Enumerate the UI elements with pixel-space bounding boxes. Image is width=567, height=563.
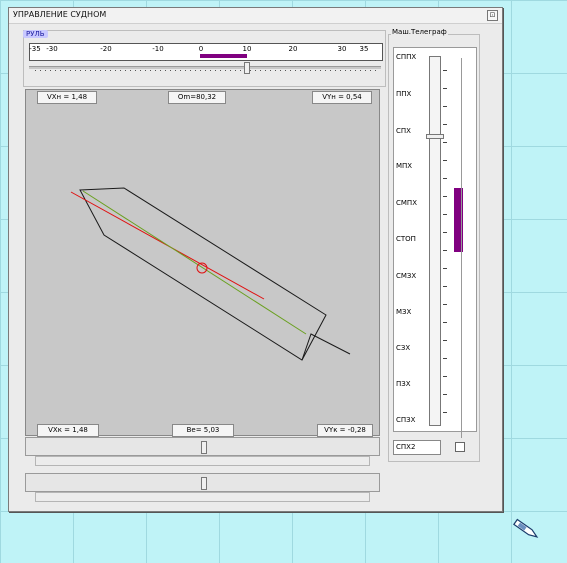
telegraph-tick	[443, 250, 447, 251]
rudder-slider-thumb[interactable]	[243, 62, 250, 74]
rudder-slider[interactable]	[29, 62, 381, 74]
ship-control-window: УПРАВЛЕНИЕ СУДНОМ ⊡ РУЛЬ -35 -30 -20 -10…	[8, 7, 503, 512]
telegraph-tick	[443, 124, 447, 125]
telegraph-tick	[443, 286, 447, 287]
rudder-tick: 30	[337, 45, 347, 53]
title-bar: УПРАВЛЕНИЕ СУДНОМ ⊡	[9, 8, 502, 24]
telegraph-selected-field[interactable]: СПХ2	[393, 440, 441, 455]
telegraph-order[interactable]: СПЗХ	[396, 416, 415, 424]
telegraph-order[interactable]: СТОП	[396, 235, 416, 243]
boat-icon	[513, 518, 539, 538]
rudder-tick: -20	[100, 45, 112, 53]
telegraph-order[interactable]: ПЗХ	[396, 380, 411, 388]
telegraph-tick	[443, 142, 447, 143]
telegraph-tick	[443, 358, 447, 359]
rudder-tick: -30	[46, 45, 58, 53]
telegraph-order[interactable]: ППХ	[396, 90, 411, 98]
telegraph-order[interactable]: СПХ	[396, 127, 411, 135]
ship-plot-area: VXн = 1,48 Om=80,32 VYн = 0,54 VXк = 1,4…	[25, 89, 380, 437]
telegraph-order[interactable]: СМЗХ	[396, 272, 416, 280]
telegraph-tick	[443, 394, 447, 395]
rudder-tick: -35	[29, 45, 41, 53]
speed-slider-2[interactable]	[25, 473, 380, 492]
ship-diagram	[70, 187, 351, 361]
telegraph-tick	[443, 70, 447, 71]
rudder-tick: 35	[359, 45, 369, 53]
rudder-tick: 0	[198, 45, 204, 53]
speed-slider-1[interactable]	[25, 437, 380, 456]
telegraph-caption: Маш.Телеграф	[391, 28, 448, 36]
rudder-group: РУЛЬ -35 -30 -20 -10 0 10 20 30 35	[23, 30, 386, 87]
telegraph-tick	[443, 412, 447, 413]
telegraph-tick	[443, 322, 447, 323]
telegraph-tick	[443, 178, 447, 179]
vx-end-readout: VXк = 1,48	[37, 424, 99, 437]
telegraph-order[interactable]: СППХ	[396, 53, 416, 61]
telegraph-checkbox[interactable]	[455, 442, 465, 452]
telegraph-rail	[461, 58, 467, 438]
telegraph-thumb[interactable]	[426, 134, 444, 139]
ship-hull	[79, 187, 327, 361]
rudder-angle-indicator	[199, 54, 247, 58]
rudder-caption: РУЛЬ	[23, 30, 48, 38]
telegraph-tick	[443, 232, 447, 233]
telegraph-tick	[443, 160, 447, 161]
telegraph-order[interactable]: МПХ	[396, 162, 412, 170]
telegraph-tick	[443, 106, 447, 107]
engine-telegraph-group: Маш.Телеграф СППХ ППХ СПХ МПХ СМПХ СТОП …	[388, 28, 480, 462]
close-button[interactable]: ⊡	[487, 10, 498, 21]
slider-thumb[interactable]	[201, 477, 207, 490]
slider-ticks	[33, 69, 377, 72]
telegraph-tick	[443, 340, 447, 341]
course-line	[82, 190, 307, 335]
rudder-scale: -35 -30 -20 -10 0 10 20 30 35	[29, 43, 383, 61]
rudder-tick: 10	[242, 45, 252, 53]
telegraph-order[interactable]: СМПХ	[396, 199, 417, 207]
telegraph-order[interactable]: СЗХ	[396, 344, 410, 352]
window-title: УПРАВЛЕНИЕ СУДНОМ	[13, 10, 107, 19]
rudder-tick: -10	[152, 45, 164, 53]
slider-1-field	[35, 456, 370, 466]
vy-end-readout: VYк = -0,28	[317, 424, 373, 437]
slider-thumb[interactable]	[201, 441, 207, 454]
telegraph-tick	[443, 196, 447, 197]
telegraph-panel: СППХ ППХ СПХ МПХ СМПХ СТОП СМЗХ МЗХ СЗХ …	[393, 47, 477, 438]
telegraph-tick	[443, 304, 447, 305]
telegraph-tick	[443, 88, 447, 89]
telegraph-slider[interactable]	[426, 56, 444, 426]
slider-2-field	[35, 492, 370, 502]
telegraph-order[interactable]: МЗХ	[396, 308, 411, 316]
telegraph-tick	[443, 268, 447, 269]
rudder-tick: 20	[288, 45, 298, 53]
telegraph-tick	[443, 214, 447, 215]
telegraph-tick	[443, 376, 447, 377]
be-readout: Be= 5,03	[172, 424, 234, 437]
